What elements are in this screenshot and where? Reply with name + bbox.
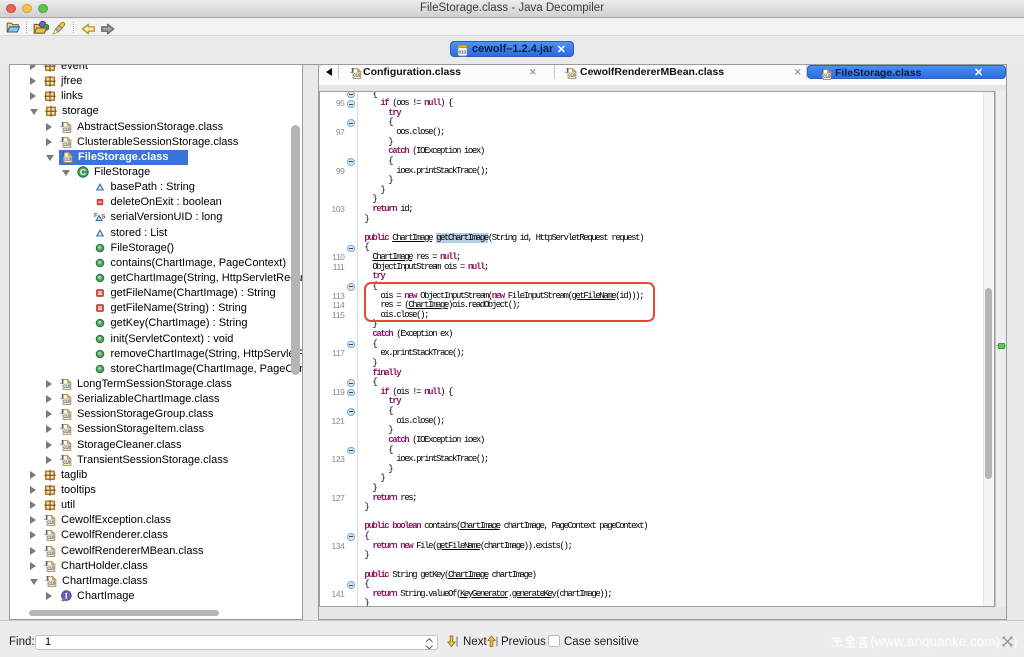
svg-text:010: 010 [63, 429, 71, 434]
svg-text:010: 010 [63, 398, 71, 403]
svg-text:010: 010 [459, 49, 467, 54]
svg-text:010: 010 [63, 444, 71, 449]
svg-text:C: C [80, 167, 86, 177]
svg-text:010: 010 [47, 550, 55, 555]
svg-text:010: 010 [47, 520, 55, 525]
svg-text:010: 010 [63, 459, 71, 464]
svg-text:I: I [65, 592, 68, 601]
svg-text:010: 010 [47, 535, 55, 540]
svg-text:010: 010 [568, 72, 576, 77]
svg-text:010: 010 [63, 414, 71, 419]
svg-text:S: S [101, 214, 106, 221]
svg-text:010: 010 [47, 565, 55, 570]
svg-text:010: 010 [63, 126, 71, 131]
svg-text:010: 010 [63, 383, 71, 388]
svg-text:010: 010 [823, 73, 831, 78]
svg-text:010: 010 [48, 580, 56, 585]
svg-text:010: 010 [353, 72, 361, 77]
svg-text:010: 010 [63, 141, 71, 146]
svg-text:010: 010 [64, 156, 72, 161]
